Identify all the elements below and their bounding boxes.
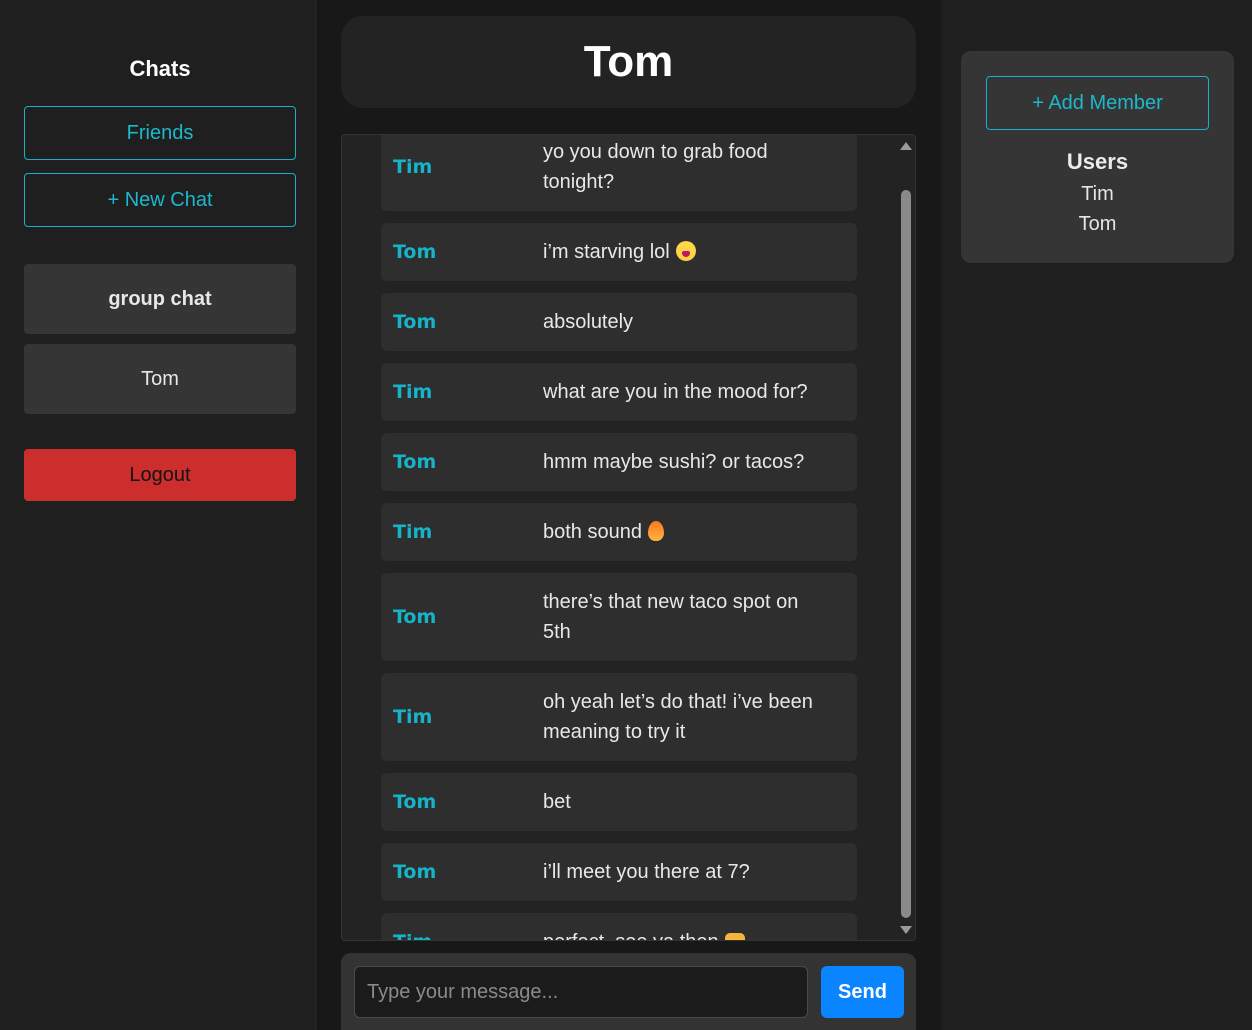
message-sender: Tim [393, 521, 433, 543]
friends-button[interactable]: Friends [24, 106, 296, 160]
message-sender: Tim [393, 156, 433, 178]
fire-icon [647, 521, 664, 541]
message-text: i’ll meet you there at 7? [543, 857, 845, 887]
message-text-content: i’ll meet you there at 7? [543, 861, 750, 883]
message-sender: Tom [393, 861, 437, 883]
message-text: hmm maybe sushi? or tacos? [543, 447, 845, 477]
weary-face-icon [675, 241, 696, 261]
chat-app: Chats Friends + New Chat group chat Tom … [0, 0, 1252, 1030]
message-sender: Tom [393, 311, 437, 333]
chat-item-tom[interactable]: Tom [24, 344, 296, 414]
message-row: Tom hmm maybe sushi? or tacos? [381, 433, 857, 491]
scroll-thumb[interactable] [901, 190, 911, 918]
message-text-content: yo you down to grab food tonight? [543, 141, 768, 193]
message-text: i’m starving lol [543, 237, 845, 267]
message-list[interactable]: Tim yo you down to grab food tonight? Tom i… [341, 134, 916, 941]
message-sender: Tom [393, 241, 437, 263]
chat-area: Tom Tim yo you down to grab food tonight?… [317, 0, 941, 1030]
message-text-content: absolutely [543, 311, 634, 333]
message-text: perfect. see ya then [543, 927, 845, 940]
user-item-tim: Tim [1081, 183, 1114, 205]
members-panel: + Add Member Users Tim Tom [961, 51, 1234, 263]
message-text-content: both sound [543, 521, 642, 543]
message-text: bet [543, 787, 845, 817]
message-text: both sound [543, 517, 845, 547]
message-text-content: what are you in the mood for? [543, 381, 808, 403]
sidebar-title: Chats [129, 56, 191, 81]
scroll-up-arrow-icon[interactable] [900, 142, 912, 150]
message-text-content: oh yeah let’s do that! i’ve been meaning… [543, 691, 813, 743]
message-sender: Tom [393, 451, 437, 473]
message-text-content: bet [543, 791, 571, 813]
message-text: there’s that new taco spot on 5th [543, 587, 845, 647]
message-text: what are you in the mood for? [543, 377, 845, 407]
message-input-bar: Send [341, 953, 916, 1030]
message-row: Tim both sound [381, 503, 857, 561]
new-chat-button[interactable]: + New Chat [24, 173, 296, 227]
send-button[interactable]: Send [821, 966, 904, 1018]
message-sender: Tom [393, 791, 437, 813]
message-row: Tom i’m starving lol [381, 223, 857, 281]
message-text: absolutely [543, 307, 845, 337]
fist-bump-icon [724, 933, 745, 940]
user-item-tom: Tom [1078, 213, 1117, 235]
message-sender: Tom [393, 606, 437, 628]
message-input[interactable] [354, 966, 808, 1018]
add-member-button[interactable]: + Add Member [986, 76, 1209, 130]
message-sender: Tim [393, 931, 543, 940]
message-row: Tim oh yeah let’s do that! i’ve been mean… [381, 673, 857, 761]
logout-button[interactable]: Logout [24, 449, 296, 501]
message-text-content: i’m starving lol [543, 241, 670, 263]
message-list-inner: Tim yo you down to grab food tonight? Tom i… [381, 135, 857, 940]
message-row: Tom there’s that new taco spot on 5th [381, 573, 857, 661]
message-text-content: hmm maybe sushi? or tacos? [543, 451, 805, 473]
message-row: Timperfect. see ya then [381, 913, 857, 940]
message-row: Tim yo you down to grab food tonight? [381, 135, 857, 211]
sidebar: Chats Friends + New Chat group chat Tom … [4, 0, 316, 1030]
message-row: Tom absolutely [381, 293, 857, 351]
users-title: Users [1066, 149, 1129, 174]
chat-title: Tom [341, 16, 916, 108]
message-row: Tom bet [381, 773, 857, 831]
message-sender: Tim [393, 381, 433, 403]
scroll-down-arrow-icon[interactable] [900, 926, 912, 934]
message-text: yo you down to grab food tonight? [543, 137, 845, 197]
message-text: oh yeah let’s do that! i’ve been meaning… [543, 687, 845, 747]
message-text-content: perfect. see ya then [543, 931, 719, 940]
message-text-content: there’s that new taco spot on 5th [543, 591, 799, 643]
message-sender: Tim [393, 706, 433, 728]
chat-item-group-chat[interactable]: group chat [24, 264, 296, 334]
scrollbar[interactable] [897, 135, 915, 940]
message-row: Tom i’ll meet you there at 7? [381, 843, 857, 901]
message-row: Tim what are you in the mood for? [381, 363, 857, 421]
